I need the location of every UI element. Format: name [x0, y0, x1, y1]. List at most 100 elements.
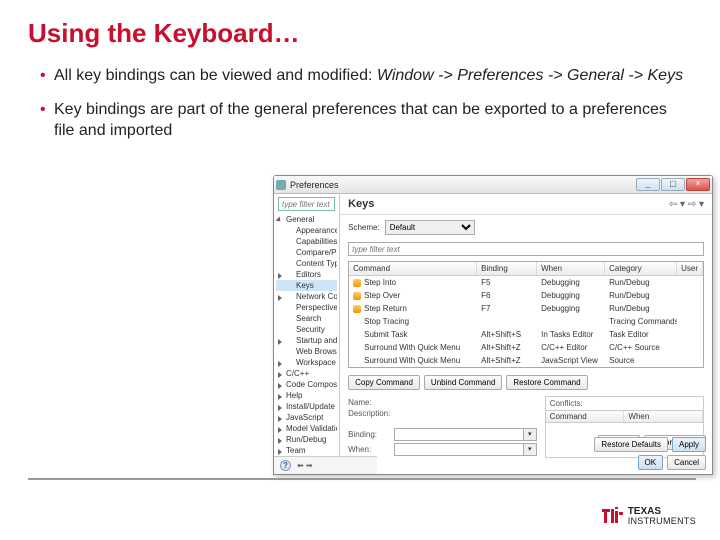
cell-user — [677, 277, 703, 288]
main-header: Keys ⇦ ▾ ⇨ ▾ — [340, 194, 712, 215]
ti-logo: TEXAS INSTRUMENTS — [600, 506, 696, 526]
table-row[interactable]: Surround With Quick MenuAlt+Shift+ZC/C++… — [349, 341, 703, 354]
scheme-select[interactable]: Default — [385, 220, 475, 235]
tree-team[interactable]: Team — [276, 445, 337, 456]
cell-command: Submit Task — [364, 330, 407, 339]
slide-footer-rule — [28, 478, 696, 522]
tree-javascript[interactable]: JavaScript — [276, 412, 337, 423]
cell-user — [677, 316, 703, 327]
cell-when: Debugging — [537, 303, 605, 314]
preference-tree: General Appearance Capabilities Compare/… — [274, 214, 339, 467]
ti-brand-1: TEXAS — [628, 507, 696, 517]
cell-user — [677, 355, 703, 366]
cell-binding: Alt+Shift+Z — [477, 342, 537, 353]
sidebar: General Appearance Capabilities Compare/… — [274, 194, 340, 474]
when-dropdown-icon[interactable]: ▾ — [524, 443, 537, 456]
command-buttons: Copy Command Unbind Command Restore Comm… — [340, 371, 712, 394]
page-title: Keys — [348, 198, 669, 210]
step-icon — [353, 279, 361, 287]
restore-defaults-button[interactable]: Restore Defaults — [594, 437, 668, 452]
apply-button[interactable]: Apply — [672, 437, 706, 452]
cell-command: Stop Tracing — [364, 317, 409, 326]
unbind-command-button[interactable]: Unbind Command — [424, 375, 502, 390]
tree-startup[interactable]: Startup and Shutd — [276, 335, 337, 346]
cell-category: Run/Debug — [605, 303, 677, 314]
tree-compare[interactable]: Compare/Patch — [276, 247, 337, 258]
close-button[interactable]: × — [686, 178, 710, 191]
step-icon — [353, 292, 361, 300]
cell-command: Step Over — [364, 291, 400, 300]
tree-general[interactable]: General — [276, 214, 337, 225]
binding-dropdown-icon[interactable]: ▾ — [524, 428, 537, 441]
sidebar-filter-input[interactable] — [278, 197, 335, 211]
cell-category: Run/Debug — [605, 290, 677, 301]
table-row[interactable]: Submit TaskAlt+Shift+SIn Tasks EditorTas… — [349, 328, 703, 341]
binding-label: Binding: — [348, 430, 394, 439]
preferences-window: Preferences _ ▢ × General Appearance Cap… — [273, 175, 713, 475]
ti-brand-2: INSTRUMENTS — [628, 517, 696, 526]
titlebar[interactable]: Preferences _ ▢ × — [274, 176, 712, 194]
cell-when: JavaScript View — [537, 355, 605, 366]
tree-rundebug[interactable]: Run/Debug — [276, 434, 337, 445]
bullet-1: All key bindings can be viewed and modif… — [40, 65, 720, 87]
bullet-1-text: All key bindings can be viewed and modif… — [54, 67, 377, 84]
cell-user — [677, 290, 703, 301]
cell-when: Debugging — [537, 290, 605, 301]
tree-editors[interactable]: Editors — [276, 269, 337, 280]
tree-perspectives[interactable]: Perspectives — [276, 302, 337, 313]
help-icon[interactable]: ? — [280, 460, 291, 471]
bullet-list: All key bindings can be viewed and modif… — [0, 49, 720, 142]
table-filter-input[interactable] — [348, 242, 704, 256]
when-input[interactable] — [394, 443, 524, 456]
tree-web-browser[interactable]: Web Browser — [276, 346, 337, 357]
col-category[interactable]: Category — [605, 262, 677, 275]
tree-help[interactable]: Help — [276, 390, 337, 401]
tree-ccpp[interactable]: C/C++ — [276, 368, 337, 379]
table-row[interactable]: Surround With Quick MenuAlt+Shift+ZJavaS… — [349, 354, 703, 367]
conflicts-label: Conflicts: — [546, 397, 703, 410]
minimize-button[interactable]: _ — [636, 178, 660, 191]
col-command[interactable]: Command — [349, 262, 477, 275]
name-label: Name: — [348, 398, 394, 407]
header-nav-icon[interactable]: ⇦ ▾ ⇨ ▾ — [669, 199, 704, 210]
tree-install[interactable]: Install/Update — [276, 401, 337, 412]
binding-input[interactable] — [394, 428, 524, 441]
table-row[interactable]: Step OverF6DebuggingRun/Debug — [349, 289, 703, 302]
tree-modelval[interactable]: Model Validation — [276, 423, 337, 434]
tree-appearance[interactable]: Appearance — [276, 225, 337, 236]
cancel-button[interactable]: Cancel — [667, 455, 706, 470]
bullet-1-path: Window -> Preferences -> General -> Keys — [377, 67, 683, 84]
tree-security[interactable]: Security — [276, 324, 337, 335]
restore-command-button[interactable]: Restore Command — [506, 375, 587, 390]
col-binding[interactable]: Binding — [477, 262, 537, 275]
cell-category: Run/Debug — [605, 277, 677, 288]
cell-command: Surround With Quick Menu — [364, 356, 460, 365]
tree-network[interactable]: Network Connecti — [276, 291, 337, 302]
window-icon — [276, 180, 286, 190]
main-panel: Keys ⇦ ▾ ⇨ ▾ Scheme: Default Command Bin… — [340, 194, 712, 474]
cell-binding: F5 — [477, 277, 537, 288]
table-row[interactable]: Step ReturnF7DebuggingRun/Debug — [349, 302, 703, 315]
tree-content-types[interactable]: Content Types — [276, 258, 337, 269]
table-row[interactable]: Stop Tracing Tracing Commands — [349, 315, 703, 328]
tree-search[interactable]: Search — [276, 313, 337, 324]
cell-category: C/C++ Source — [605, 342, 677, 353]
collapse-arrows-icon[interactable]: ⬅ ➡ — [297, 461, 313, 470]
ok-button[interactable]: OK — [638, 455, 664, 470]
sidebar-footer: ? ⬅ ➡ — [274, 456, 340, 474]
table-row[interactable]: Step IntoF5DebuggingRun/Debug — [349, 276, 703, 289]
tree-workspace[interactable]: Workspace — [276, 357, 337, 368]
col-user[interactable]: User — [677, 262, 703, 275]
copy-command-button[interactable]: Copy Command — [348, 375, 420, 390]
cell-user — [677, 329, 703, 340]
tree-keys[interactable]: Keys — [276, 280, 337, 291]
cell-binding — [477, 316, 537, 327]
cell-category: Tracing Commands — [605, 316, 677, 327]
table-header: Command Binding When Category User — [349, 262, 703, 276]
tree-capabilities[interactable]: Capabilities — [276, 236, 337, 247]
tree-ccs[interactable]: Code Composer Stud — [276, 379, 337, 390]
slide-title: Using the Keyboard… — [0, 0, 720, 49]
maximize-button[interactable]: ▢ — [661, 178, 685, 191]
cell-category: Task Editor — [605, 329, 677, 340]
col-when[interactable]: When — [537, 262, 605, 275]
